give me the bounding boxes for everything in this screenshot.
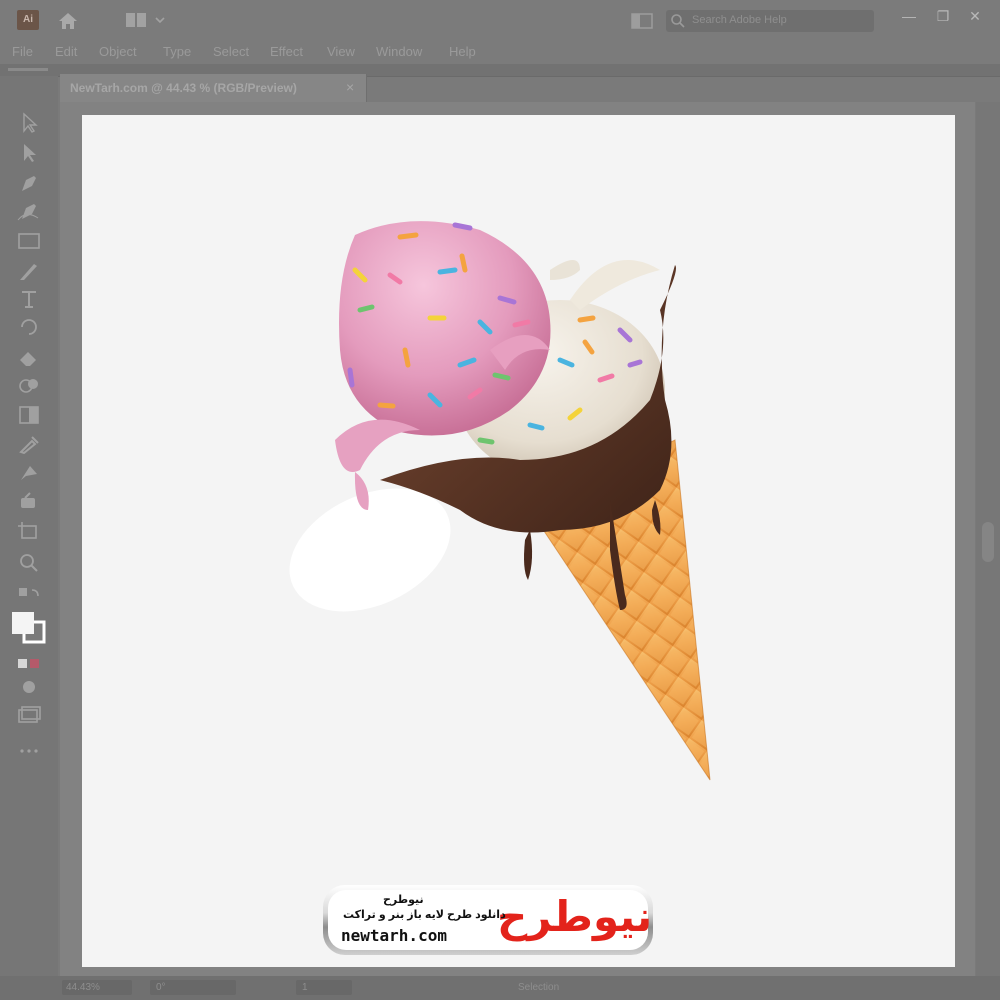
selection-tool-icon[interactable] bbox=[16, 112, 42, 134]
gradient-tool-icon[interactable] bbox=[16, 404, 42, 426]
close-icon[interactable]: × bbox=[346, 79, 354, 95]
document-tab-title: NewTarh.com @ 44.43 % (RGB/Preview) bbox=[70, 81, 297, 95]
shape-builder-icon[interactable] bbox=[16, 374, 42, 396]
zoom-value: 44.43% bbox=[66, 982, 100, 993]
home-icon[interactable] bbox=[57, 11, 79, 31]
artboard-number: 1 bbox=[302, 982, 308, 993]
app-logo[interactable]: Ai bbox=[17, 10, 39, 30]
artboard-tool-icon[interactable] bbox=[16, 520, 42, 542]
color-mode-icon[interactable] bbox=[16, 652, 42, 674]
tools-panel bbox=[0, 76, 58, 976]
pen-tool-icon[interactable] bbox=[16, 172, 42, 194]
close-window-button[interactable]: ✕ bbox=[962, 6, 988, 26]
current-tool-label[interactable]: Selection bbox=[518, 982, 559, 993]
workspace-layout-icon[interactable] bbox=[126, 12, 170, 28]
status-bar: 44.43% 0° 1 Selection bbox=[0, 976, 1000, 1000]
watermark-badge: نیوطرح نیوطرح دانلود طرح لایه باز بنر و … bbox=[323, 885, 654, 955]
menu-file[interactable]: File bbox=[12, 44, 33, 59]
draw-mode-icon[interactable] bbox=[16, 676, 42, 698]
help-search-field[interactable]: Search Adobe Help bbox=[666, 10, 874, 32]
minimize-button[interactable]: — bbox=[896, 6, 922, 26]
menu-type[interactable]: Type bbox=[163, 44, 191, 59]
menu-object[interactable]: Object bbox=[99, 44, 137, 59]
search-icon bbox=[671, 14, 685, 28]
strip-grip[interactable] bbox=[8, 68, 48, 71]
menu-select[interactable]: Select bbox=[213, 44, 249, 59]
menu-window[interactable]: Window bbox=[376, 44, 422, 59]
badge-tagline: دانلود طرح لایه باز بنر و تراکت bbox=[343, 909, 506, 921]
menu-bar: File Edit Object Type Select Effect View… bbox=[0, 40, 1000, 64]
blend-tool-icon[interactable] bbox=[16, 462, 42, 484]
brush-tool-icon[interactable] bbox=[16, 260, 42, 282]
badge-url: newtarh.com bbox=[341, 926, 447, 945]
screen-mode-icon[interactable] bbox=[16, 704, 42, 726]
fill-stroke-icon[interactable] bbox=[10, 610, 48, 644]
pink-splash bbox=[335, 419, 420, 472]
rotation-value: 0° bbox=[156, 982, 166, 993]
symbol-sprayer-icon[interactable] bbox=[16, 490, 42, 512]
menu-help[interactable]: Help bbox=[449, 44, 476, 59]
maximize-button[interactable]: ❐ bbox=[930, 6, 956, 26]
menu-effect[interactable]: Effect bbox=[270, 44, 303, 59]
menu-view[interactable]: View bbox=[327, 44, 355, 59]
title-bar: Ai Search Adobe Help — ❐ ✕ bbox=[0, 0, 1000, 40]
more-tools-icon[interactable] bbox=[16, 740, 42, 762]
eraser-tool-icon[interactable] bbox=[16, 346, 42, 368]
zoom-tool-icon[interactable] bbox=[16, 552, 42, 574]
rotate-tool-icon[interactable] bbox=[16, 316, 42, 338]
arrange-documents-icon[interactable] bbox=[630, 12, 654, 30]
eyedropper-tool-icon[interactable] bbox=[16, 432, 42, 454]
swap-colors-icon[interactable] bbox=[16, 584, 42, 606]
search-placeholder: Search Adobe Help bbox=[692, 14, 787, 26]
rectangle-tool-icon[interactable] bbox=[16, 230, 42, 252]
curvature-tool-icon[interactable] bbox=[16, 200, 42, 222]
document-tab[interactable]: NewTarh.com @ 44.43 % (RGB/Preview) × bbox=[60, 74, 367, 102]
menu-edit[interactable]: Edit bbox=[55, 44, 77, 59]
direct-selection-tool-icon[interactable] bbox=[16, 142, 42, 164]
scroll-thumb[interactable] bbox=[982, 522, 994, 562]
vertical-scrollbar[interactable] bbox=[976, 102, 1000, 976]
badge-logo: نیوطرح bbox=[497, 892, 654, 941]
type-tool-icon[interactable] bbox=[16, 288, 42, 310]
ice-cream-artwork[interactable] bbox=[280, 210, 740, 790]
badge-brand-name: نیوطرح bbox=[383, 894, 424, 906]
